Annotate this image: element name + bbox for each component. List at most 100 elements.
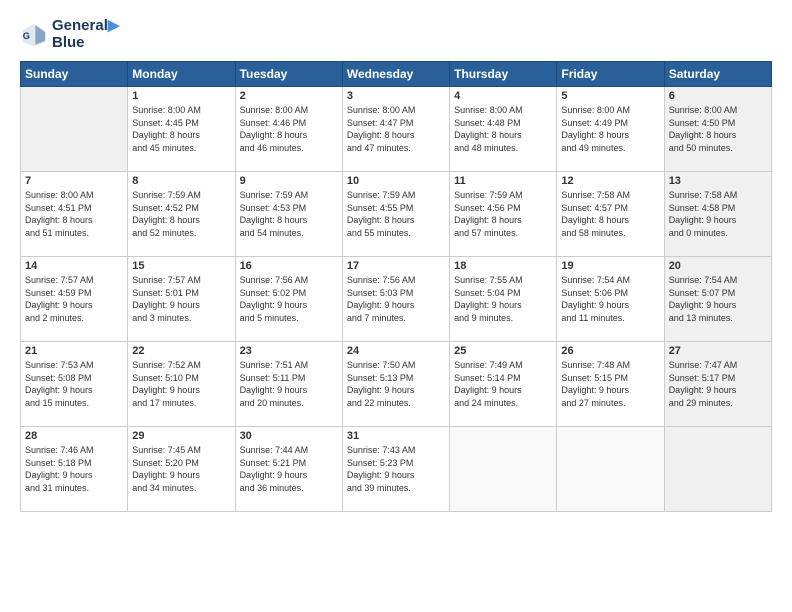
calendar-week-row: 28 Sunrise: 7:46 AM Sunset: 5:18 PM Dayli… <box>21 427 772 512</box>
calendar-cell: 24 Sunrise: 7:50 AM Sunset: 5:13 PM Dayli… <box>342 342 449 427</box>
calendar-cell: 12 Sunrise: 7:58 AM Sunset: 4:57 PM Dayli… <box>557 172 664 257</box>
weekday-header: Saturday <box>664 62 771 87</box>
day-number: 5 <box>561 90 659 102</box>
day-number: 29 <box>132 430 230 442</box>
logo: G General▶ Blue <box>20 18 119 51</box>
calendar-cell: 31 Sunrise: 7:43 AM Sunset: 5:23 PM Dayli… <box>342 427 449 512</box>
cell-info: Sunrise: 7:58 AM Sunset: 4:58 PM Dayligh… <box>669 189 767 239</box>
calendar-cell: 30 Sunrise: 7:44 AM Sunset: 5:21 PM Dayli… <box>235 427 342 512</box>
calendar-week-row: 7 Sunrise: 8:00 AM Sunset: 4:51 PM Daylig… <box>21 172 772 257</box>
day-number: 18 <box>454 260 552 272</box>
day-number: 31 <box>347 430 445 442</box>
svg-text:G: G <box>23 31 30 41</box>
calendar-cell: 16Sunrise: 7:56 AM Sunset: 5:02 PM Dayli… <box>235 257 342 342</box>
weekday-header: Thursday <box>450 62 557 87</box>
cell-info: Sunrise: 7:53 AM Sunset: 5:08 PM Dayligh… <box>25 359 123 409</box>
day-number: 4 <box>454 90 552 102</box>
calendar-cell: 1Sunrise: 8:00 AM Sunset: 4:45 PM Daylig… <box>128 87 235 172</box>
cell-info: Sunrise: 7:59 AM Sunset: 4:52 PM Dayligh… <box>132 189 230 239</box>
day-number: 28 <box>25 430 123 442</box>
calendar-cell: 28 Sunrise: 7:46 AM Sunset: 5:18 PM Dayli… <box>21 427 128 512</box>
calendar-cell: 15 Sunrise: 7:57 AM Sunset: 5:01 PM Dayli… <box>128 257 235 342</box>
weekday-row: SundayMondayTuesdayWednesdayThursdayFrid… <box>21 62 772 87</box>
cell-info: Sunrise: 7:54 AM Sunset: 5:07 PM Dayligh… <box>669 274 767 324</box>
calendar-cell: 18 Sunrise: 7:55 AM Sunset: 5:04 PM Dayli… <box>450 257 557 342</box>
day-number: 11 <box>454 175 552 187</box>
day-number: 19 <box>561 260 659 272</box>
cell-info: Sunrise: 8:00 AM Sunset: 4:49 PM Dayligh… <box>561 104 659 154</box>
cell-info: Sunrise: 7:50 AM Sunset: 5:13 PM Dayligh… <box>347 359 445 409</box>
day-number: 10 <box>347 175 445 187</box>
cell-info: Sunrise: 7:57 AM Sunset: 5:01 PM Dayligh… <box>132 274 230 324</box>
weekday-header: Monday <box>128 62 235 87</box>
calendar-cell: 5 Sunrise: 8:00 AM Sunset: 4:49 PM Daylig… <box>557 87 664 172</box>
cell-info: Sunrise: 7:47 AM Sunset: 5:17 PM Dayligh… <box>669 359 767 409</box>
logo-icon: G <box>20 21 48 49</box>
calendar-cell: 25Sunrise: 7:49 AM Sunset: 5:14 PM Dayli… <box>450 342 557 427</box>
calendar-cell: 19 Sunrise: 7:54 AM Sunset: 5:06 PM Dayli… <box>557 257 664 342</box>
cell-info: Sunrise: 8:00 AM Sunset: 4:46 PM Dayligh… <box>240 104 338 154</box>
cell-info: Sunrise: 7:48 AM Sunset: 5:15 PM Dayligh… <box>561 359 659 409</box>
cell-info: Sunrise: 7:52 AM Sunset: 5:10 PM Dayligh… <box>132 359 230 409</box>
calendar-cell <box>557 427 664 512</box>
weekday-header: Friday <box>557 62 664 87</box>
calendar-cell <box>450 427 557 512</box>
day-number: 16 <box>240 260 338 272</box>
cell-info: Sunrise: 7:43 AM Sunset: 5:23 PM Dayligh… <box>347 444 445 494</box>
day-number: 20 <box>669 260 767 272</box>
day-number: 14 <box>25 260 123 272</box>
day-number: 13 <box>669 175 767 187</box>
calendar-header: SundayMondayTuesdayWednesdayThursdayFrid… <box>21 62 772 87</box>
day-number: 24 <box>347 345 445 357</box>
calendar-cell: 17 Sunrise: 7:56 AM Sunset: 5:03 PM Dayli… <box>342 257 449 342</box>
day-number: 7 <box>25 175 123 187</box>
cell-info: Sunrise: 7:56 AM Sunset: 5:03 PM Dayligh… <box>347 274 445 324</box>
calendar-cell: 8 Sunrise: 7:59 AM Sunset: 4:52 PM Daylig… <box>128 172 235 257</box>
calendar-cell: 22Sunrise: 7:52 AM Sunset: 5:10 PM Dayli… <box>128 342 235 427</box>
day-number: 6 <box>669 90 767 102</box>
day-number: 1 <box>132 90 230 102</box>
calendar-cell: 6 Sunrise: 8:00 AM Sunset: 4:50 PM Daylig… <box>664 87 771 172</box>
header: G General▶ Blue <box>20 18 772 51</box>
calendar-week-row: 21Sunrise: 7:53 AM Sunset: 5:08 PM Dayli… <box>21 342 772 427</box>
calendar-cell: 26 Sunrise: 7:48 AM Sunset: 5:15 PM Dayli… <box>557 342 664 427</box>
day-number: 2 <box>240 90 338 102</box>
day-number: 30 <box>240 430 338 442</box>
cell-info: Sunrise: 7:55 AM Sunset: 5:04 PM Dayligh… <box>454 274 552 324</box>
cell-info: Sunrise: 8:00 AM Sunset: 4:50 PM Dayligh… <box>669 104 767 154</box>
day-number: 8 <box>132 175 230 187</box>
cell-info: Sunrise: 7:59 AM Sunset: 4:55 PM Dayligh… <box>347 189 445 239</box>
weekday-header: Tuesday <box>235 62 342 87</box>
day-number: 9 <box>240 175 338 187</box>
day-number: 26 <box>561 345 659 357</box>
cell-info: Sunrise: 7:44 AM Sunset: 5:21 PM Dayligh… <box>240 444 338 494</box>
logo-text: General▶ Blue <box>52 18 119 51</box>
cell-info: Sunrise: 7:58 AM Sunset: 4:57 PM Dayligh… <box>561 189 659 239</box>
cell-info: Sunrise: 7:46 AM Sunset: 5:18 PM Dayligh… <box>25 444 123 494</box>
weekday-header: Wednesday <box>342 62 449 87</box>
calendar-cell: 14Sunrise: 7:57 AM Sunset: 4:59 PM Dayli… <box>21 257 128 342</box>
calendar-cell: 29 Sunrise: 7:45 AM Sunset: 5:20 PM Dayli… <box>128 427 235 512</box>
calendar-cell: 4 Sunrise: 8:00 AM Sunset: 4:48 PM Daylig… <box>450 87 557 172</box>
calendar-cell: 10 Sunrise: 7:59 AM Sunset: 4:55 PM Dayli… <box>342 172 449 257</box>
day-number: 17 <box>347 260 445 272</box>
calendar-table: SundayMondayTuesdayWednesdayThursdayFrid… <box>20 61 772 512</box>
calendar-cell: 21Sunrise: 7:53 AM Sunset: 5:08 PM Dayli… <box>21 342 128 427</box>
calendar-cell: 27Sunrise: 7:47 AM Sunset: 5:17 PM Dayli… <box>664 342 771 427</box>
cell-info: Sunrise: 7:49 AM Sunset: 5:14 PM Dayligh… <box>454 359 552 409</box>
cell-info: Sunrise: 8:00 AM Sunset: 4:51 PM Dayligh… <box>25 189 123 239</box>
calendar-cell: 2 Sunrise: 8:00 AM Sunset: 4:46 PM Daylig… <box>235 87 342 172</box>
day-number: 3 <box>347 90 445 102</box>
page: G General▶ Blue SundayMondayTuesdayWedne… <box>0 0 792 612</box>
calendar-week-row: 14Sunrise: 7:57 AM Sunset: 4:59 PM Dayli… <box>21 257 772 342</box>
calendar-cell: 7 Sunrise: 8:00 AM Sunset: 4:51 PM Daylig… <box>21 172 128 257</box>
calendar-cell: 20 Sunrise: 7:54 AM Sunset: 5:07 PM Dayli… <box>664 257 771 342</box>
cell-info: Sunrise: 7:45 AM Sunset: 5:20 PM Dayligh… <box>132 444 230 494</box>
calendar-cell: 23Sunrise: 7:51 AM Sunset: 5:11 PM Dayli… <box>235 342 342 427</box>
calendar-week-row: 1Sunrise: 8:00 AM Sunset: 4:45 PM Daylig… <box>21 87 772 172</box>
cell-info: Sunrise: 8:00 AM Sunset: 4:48 PM Dayligh… <box>454 104 552 154</box>
day-number: 12 <box>561 175 659 187</box>
cell-info: Sunrise: 7:54 AM Sunset: 5:06 PM Dayligh… <box>561 274 659 324</box>
cell-info: Sunrise: 7:59 AM Sunset: 4:56 PM Dayligh… <box>454 189 552 239</box>
day-number: 15 <box>132 260 230 272</box>
